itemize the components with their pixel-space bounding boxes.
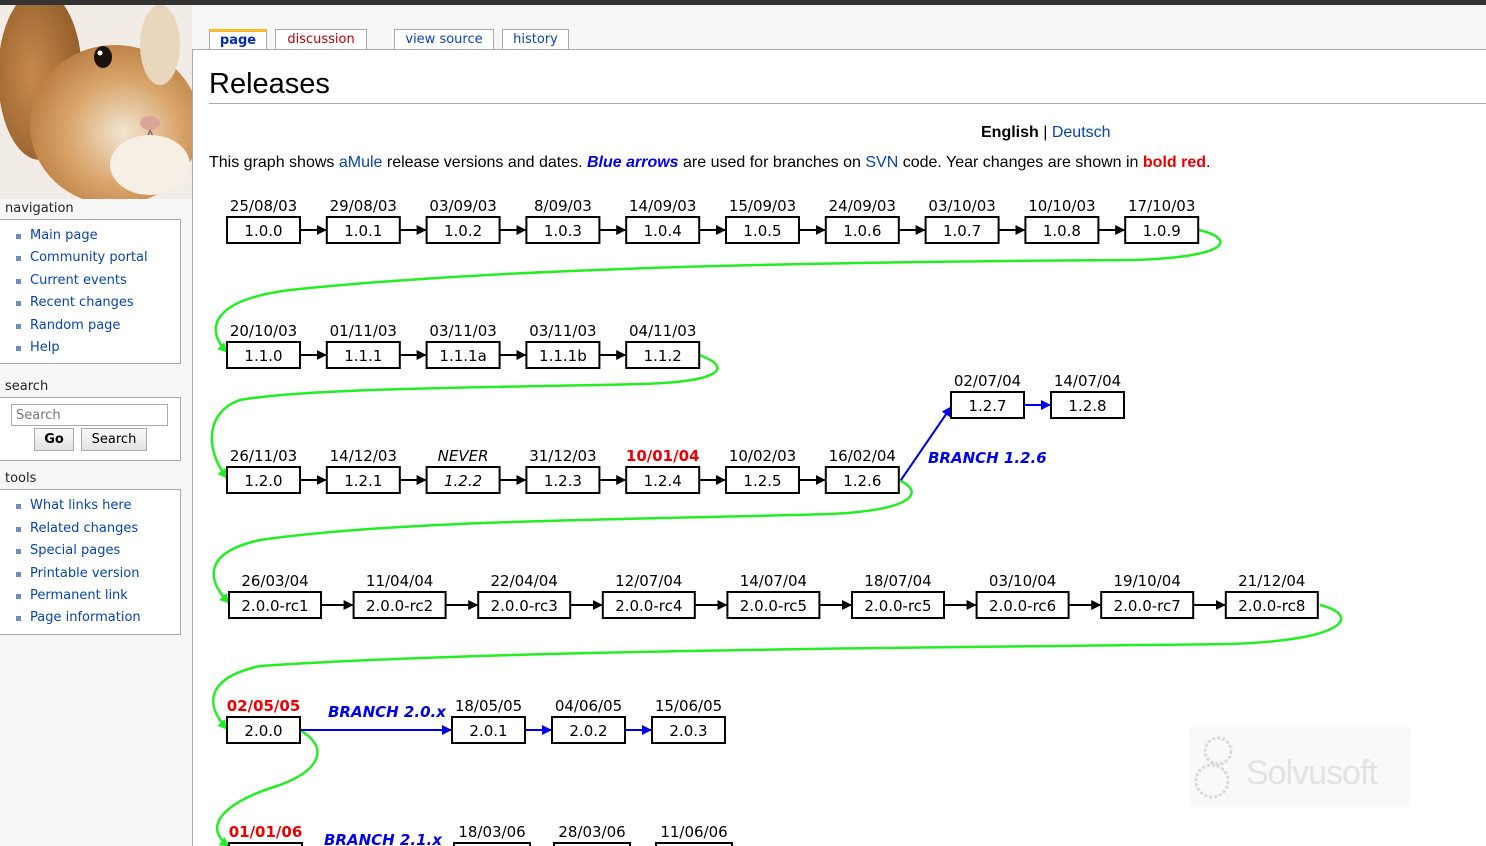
release-version: 2.0.0-rc8 [1238,597,1305,615]
release-version: 2.0.0-rc6 [989,597,1056,615]
release-date: 18/03/06 [458,823,525,841]
release-date: 02/07/04 [954,372,1021,390]
watermark-text: Solvusoft [1246,754,1378,792]
release-version: 1.2.6 [843,472,881,490]
release-version: 1.2.4 [644,472,682,490]
release-date: 11/04/04 [366,572,433,590]
release-version: 1.1.0 [244,347,282,365]
release-date: 22/04/04 [491,572,558,590]
release-version: 1.2.8 [1068,397,1106,415]
release-date: 8/09/03 [534,197,592,215]
release-date: 15/09/03 [729,197,796,215]
release-version: 2.0.0-rc4 [615,597,682,615]
release-version: 1.0.2 [444,222,482,240]
release-date: 18/07/04 [864,572,931,590]
release-version: 1.0.5 [743,222,781,240]
release-version: 1.2.1 [344,472,382,490]
release-date: 14/12/03 [330,447,397,465]
release-version: 1.2.5 [743,472,781,490]
release-date-year-change: 01/01/06 [229,823,303,841]
release-version: 1.2.2 [444,472,482,490]
release-version: 1.2.0 [244,472,282,490]
release-date: 26/03/04 [241,572,308,590]
release-version: 1.1.2 [644,347,682,365]
release-date: 28/03/06 [558,823,625,841]
release-version: 1.0.0 [244,222,282,240]
release-version: 1.0.7 [943,222,981,240]
release-date: 03/11/03 [529,322,596,340]
release-date: 24/09/03 [829,197,896,215]
release-date: 03/10/04 [989,572,1056,590]
release-version: 1.2.7 [968,397,1006,415]
release-date: 14/09/03 [629,197,696,215]
release-version: 1.0.8 [1043,222,1081,240]
release-version: 1.0.3 [544,222,582,240]
release-date: 14/07/04 [740,572,807,590]
release-date: 04/11/03 [629,322,696,340]
release-date: 04/06/05 [555,697,622,715]
branch-label-1.2.6: BRANCH 1.2.6 [928,449,1047,467]
release-version: 2.0.0-rc3 [491,597,558,615]
graph-nodes: 1.0.0 25/08/03 1.0.1 29/08/03 1.0.2 03/09/03 1… [226,197,1319,846]
release-date: 03/09/03 [429,197,496,215]
release-version: 2.0.1 [469,722,507,740]
release-graph: 1.0.0 25/08/03 1.0.1 29/08/03 1.0.2 03/09/03 1… [210,197,1343,846]
release-date: 03/11/03 [429,322,496,340]
release-date: 16/02/04 [829,447,896,465]
release-date: 10/10/03 [1028,197,1095,215]
release-date-year-change: 10/01/04 [626,447,700,465]
release-date: 31/12/03 [529,447,596,465]
release-date-year-change: 02/05/05 [227,697,301,715]
release-version: 1.1.1a [439,347,486,365]
release-version: 2.0.0-rc2 [366,597,433,615]
release-version: 2.0.0 [244,722,282,740]
release-date: 18/05/05 [455,697,522,715]
release-version: 1.1.1 [344,347,382,365]
release-date: 25/08/03 [230,197,297,215]
release-version: 1.0.9 [1143,222,1181,240]
solvusoft-logo-icon [1194,736,1233,799]
release-version: 2.0.0-rc7 [1114,597,1181,615]
release-version: 1.0.1 [344,222,382,240]
branch-label-2.1.x: BRANCH 2.1.x [324,831,443,846]
release-date: 10/02/03 [729,447,796,465]
release-version: 1.2.3 [544,472,582,490]
release-date: 26/11/03 [230,447,297,465]
release-date: 03/10/03 [928,197,995,215]
release-version: 1.0.4 [644,222,682,240]
release-version: 1.0.6 [843,222,881,240]
release-version: 2.0.0-rc5 [740,597,807,615]
branch-label-2.0.x: BRANCH 2.0.x [328,703,447,721]
release-date: 14/07/04 [1054,372,1121,390]
release-version: 1.1.1b [539,347,587,365]
release-date: 15/06/05 [655,697,722,715]
release-date: 21/12/04 [1238,572,1305,590]
release-version: 2.0.3 [669,722,707,740]
release-date: 17/10/03 [1128,197,1195,215]
release-date: 01/11/03 [330,322,397,340]
release-date: NEVER [438,447,489,465]
release-date: 11/06/06 [660,823,727,841]
branch-arrow [900,406,952,481]
release-date: 20/10/03 [230,322,297,340]
release-date: 12/07/04 [615,572,682,590]
release-date: 19/10/04 [1114,572,1181,590]
release-version: 2.0.0-rc1 [241,597,308,615]
release-version: 2.0.0-rc5 [864,597,931,615]
release-date: 29/08/03 [330,197,397,215]
release-version: 2.0.2 [569,722,607,740]
